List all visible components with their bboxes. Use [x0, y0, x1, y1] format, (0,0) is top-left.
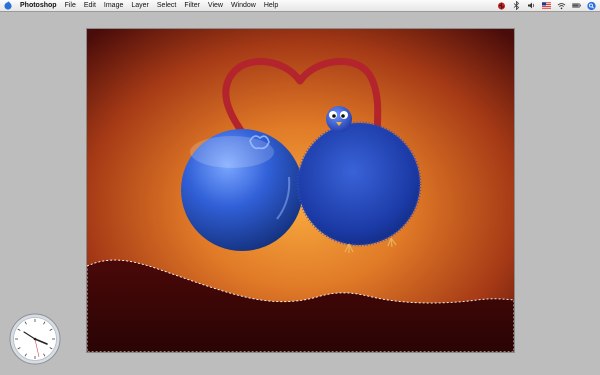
ladybug-icon[interactable] — [497, 1, 506, 10]
volume-icon[interactable] — [527, 1, 536, 10]
analog-clock-widget[interactable] — [9, 313, 61, 365]
menu-bar: Photoshop File Edit Image Layer Select F… — [0, 0, 600, 12]
wifi-icon[interactable] — [557, 1, 566, 10]
menu-help[interactable]: Help — [260, 0, 282, 11]
menu-layer[interactable]: Layer — [127, 0, 153, 11]
menu-view[interactable]: View — [204, 0, 227, 11]
menu-file[interactable]: File — [61, 0, 80, 11]
bluetooth-icon[interactable] — [512, 1, 521, 10]
image-canvas[interactable] — [87, 29, 514, 352]
menu-edit[interactable]: Edit — [80, 0, 100, 11]
us-flag-icon[interactable] — [542, 1, 551, 10]
artwork — [87, 29, 514, 352]
spotlight-icon[interactable] — [587, 1, 596, 10]
menu-window[interactable]: Window — [227, 0, 260, 11]
menu-image[interactable]: Image — [100, 0, 127, 11]
menu-extras — [497, 0, 596, 11]
battery-icon[interactable] — [572, 1, 581, 10]
glossy-ball — [181, 129, 303, 251]
menu-photoshop[interactable]: Photoshop — [16, 0, 61, 11]
menu-select[interactable]: Select — [153, 0, 180, 11]
apple-icon[interactable] — [3, 1, 12, 10]
menu-filter[interactable]: Filter — [180, 0, 204, 11]
